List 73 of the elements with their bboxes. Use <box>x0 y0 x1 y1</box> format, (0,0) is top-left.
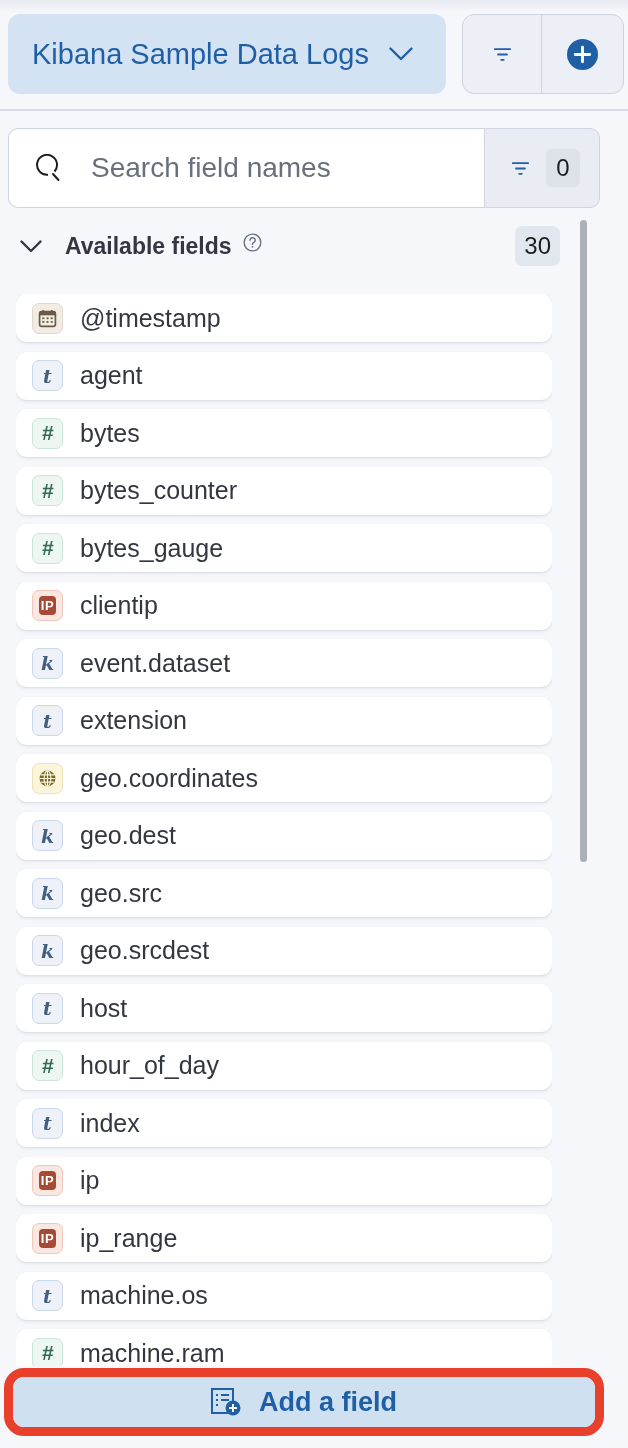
plus-circle-icon <box>567 38 598 70</box>
field-type-token: IP <box>32 1165 63 1196</box>
data-view-selector[interactable]: Kibana Sample Data Logs <box>8 14 446 94</box>
search-icon <box>34 154 60 182</box>
help-icon[interactable] <box>242 232 262 252</box>
field-type-token: t <box>32 992 63 1024</box>
field-type-token: t <box>32 705 63 736</box>
field-name: geo.src <box>80 878 162 908</box>
field-list-item[interactable]: # bytes_gauge <box>16 524 552 572</box>
field-name: extension <box>80 706 188 735</box>
field-list-item[interactable]: # machine.ram <box>16 1329 552 1366</box>
field-list-item[interactable]: t extension <box>16 696 552 745</box>
filter-count-badge: 0 <box>546 149 580 187</box>
field-type-token: k <box>32 935 63 966</box>
field-list-item[interactable]: geo.coordinates <box>16 754 552 802</box>
field-name: bytes_counter <box>80 476 238 505</box>
field-type-token: k <box>32 820 63 851</box>
filter-icon <box>493 47 511 61</box>
field-name: @timestamp <box>80 303 221 333</box>
field-type-token: # <box>32 1050 63 1081</box>
field-type-token: # <box>32 1337 63 1366</box>
add-field-button[interactable]: Add a field <box>13 1377 595 1427</box>
field-name: ip <box>80 1166 100 1195</box>
filter-icon <box>512 161 530 175</box>
field-list-item[interactable]: t agent <box>16 351 552 400</box>
scrollbar-thumb[interactable] <box>580 220 587 862</box>
field-list-item[interactable]: @timestamp <box>16 294 552 342</box>
search-field[interactable]: Search field names <box>8 128 484 208</box>
field-list-item[interactable]: k geo.src <box>16 869 552 917</box>
field-name: clientip <box>80 591 158 620</box>
field-name: event.dataset <box>80 648 231 678</box>
field-name: machine.ram <box>80 1338 225 1366</box>
field-name: geo.srcdest <box>80 936 210 965</box>
field-name: geo.coordinates <box>80 763 258 793</box>
field-list-item[interactable]: t machine.os <box>16 1271 552 1320</box>
field-list-item[interactable]: IP ip_range <box>16 1214 552 1262</box>
chevron-down-icon <box>388 47 413 61</box>
field-name: machine.os <box>80 1281 208 1310</box>
field-name: hour_of_day <box>80 1051 219 1080</box>
field-count-badge: 30 <box>515 226 560 266</box>
calendar-icon <box>32 302 63 334</box>
field-type-token: IP <box>32 1222 63 1254</box>
field-list-item[interactable]: # bytes_counter <box>16 466 552 515</box>
field-list-item[interactable]: t index <box>16 1099 552 1147</box>
field-type-token: t <box>32 360 63 391</box>
list-plus-icon <box>211 1388 241 1416</box>
field-name: host <box>80 993 128 1023</box>
field-type-token: k <box>32 647 63 679</box>
field-list-item[interactable]: k geo.srcdest <box>16 926 552 975</box>
field-type-token: IP <box>32 590 63 621</box>
globe-icon <box>32 762 63 794</box>
field-name: geo.dest <box>80 821 176 850</box>
field-type-token: t <box>32 1280 63 1311</box>
field-type-token: t <box>32 1107 63 1139</box>
field-list-item[interactable]: # hour_of_day <box>16 1041 552 1090</box>
field-list-item[interactable]: IP clientip <box>16 581 552 630</box>
field-list-item[interactable]: k geo.dest <box>16 811 552 860</box>
field-type-token: # <box>32 532 63 564</box>
field-type-filter-button[interactable]: 0 <box>484 128 600 208</box>
field-name: bytes_gauge <box>80 533 224 563</box>
field-name: ip_range <box>80 1223 178 1253</box>
field-list-item[interactable]: IP ip <box>16 1156 552 1205</box>
field-name: index <box>80 1108 140 1138</box>
field-list-item[interactable]: t host <box>16 984 552 1032</box>
field-name: agent <box>80 361 143 390</box>
field-type-token: # <box>32 417 63 449</box>
field-list-item[interactable]: k event.dataset <box>16 639 552 687</box>
field-name: bytes <box>80 418 140 448</box>
section-title: Available fields <box>65 232 232 260</box>
chevron-down-icon[interactable] <box>20 239 42 253</box>
field-type-token: k <box>32 877 63 909</box>
field-list-item[interactable]: # bytes <box>16 409 552 457</box>
field-type-token: # <box>32 475 63 506</box>
